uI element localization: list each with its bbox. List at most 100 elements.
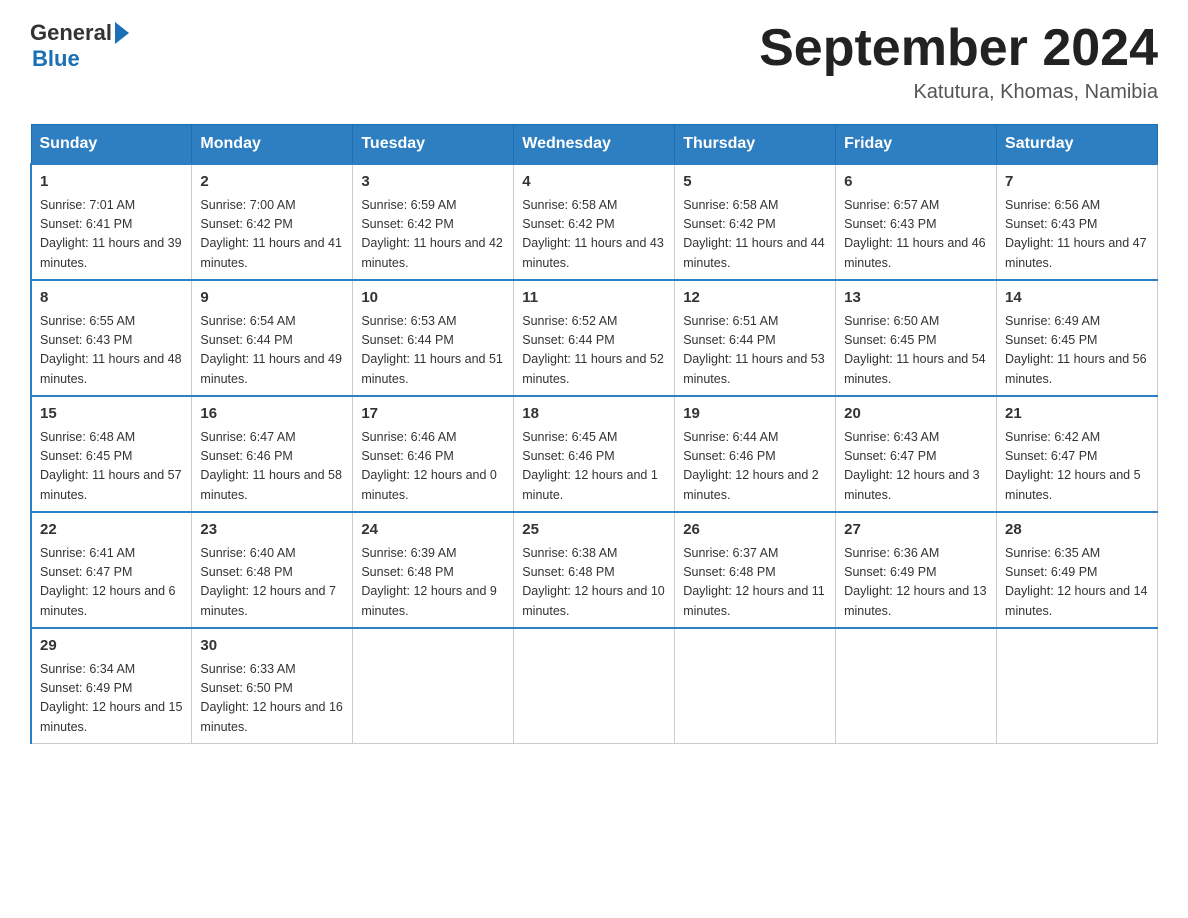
- day-info: Sunrise: 6:56 AMSunset: 6:43 PMDaylight:…: [1005, 196, 1149, 274]
- calendar-day-cell: 9Sunrise: 6:54 AMSunset: 6:44 PMDaylight…: [192, 280, 353, 396]
- month-title: September 2024: [759, 20, 1158, 77]
- calendar-day-cell: 19Sunrise: 6:44 AMSunset: 6:46 PMDayligh…: [675, 396, 836, 512]
- day-info: Sunrise: 6:42 AMSunset: 6:47 PMDaylight:…: [1005, 428, 1149, 506]
- day-number: 12: [683, 287, 827, 310]
- day-info: Sunrise: 6:39 AMSunset: 6:48 PMDaylight:…: [361, 544, 505, 622]
- day-info: Sunrise: 6:44 AMSunset: 6:46 PMDaylight:…: [683, 428, 827, 506]
- day-number: 16: [200, 403, 344, 426]
- calendar-day-cell: 26Sunrise: 6:37 AMSunset: 6:48 PMDayligh…: [675, 512, 836, 628]
- day-info: Sunrise: 6:46 AMSunset: 6:46 PMDaylight:…: [361, 428, 505, 506]
- calendar-week-row: 15Sunrise: 6:48 AMSunset: 6:45 PMDayligh…: [31, 396, 1158, 512]
- day-number: 3: [361, 171, 505, 194]
- calendar-day-cell: 16Sunrise: 6:47 AMSunset: 6:46 PMDayligh…: [192, 396, 353, 512]
- day-info: Sunrise: 6:51 AMSunset: 6:44 PMDaylight:…: [683, 312, 827, 390]
- day-of-week-header: Sunday: [31, 125, 192, 165]
- day-info: Sunrise: 6:53 AMSunset: 6:44 PMDaylight:…: [361, 312, 505, 390]
- calendar-day-cell: 7Sunrise: 6:56 AMSunset: 6:43 PMDaylight…: [997, 164, 1158, 280]
- calendar-day-cell: [836, 628, 997, 744]
- calendar-day-cell: 10Sunrise: 6:53 AMSunset: 6:44 PMDayligh…: [353, 280, 514, 396]
- day-info: Sunrise: 6:47 AMSunset: 6:46 PMDaylight:…: [200, 428, 344, 506]
- day-of-week-header: Saturday: [997, 125, 1158, 165]
- day-number: 14: [1005, 287, 1149, 310]
- day-info: Sunrise: 6:54 AMSunset: 6:44 PMDaylight:…: [200, 312, 344, 390]
- calendar-day-cell: 14Sunrise: 6:49 AMSunset: 6:45 PMDayligh…: [997, 280, 1158, 396]
- day-number: 29: [40, 635, 183, 658]
- calendar-day-cell: 8Sunrise: 6:55 AMSunset: 6:43 PMDaylight…: [31, 280, 192, 396]
- calendar-day-cell: 5Sunrise: 6:58 AMSunset: 6:42 PMDaylight…: [675, 164, 836, 280]
- calendar-day-cell: 4Sunrise: 6:58 AMSunset: 6:42 PMDaylight…: [514, 164, 675, 280]
- calendar-day-cell: 20Sunrise: 6:43 AMSunset: 6:47 PMDayligh…: [836, 396, 997, 512]
- calendar-day-cell: 28Sunrise: 6:35 AMSunset: 6:49 PMDayligh…: [997, 512, 1158, 628]
- day-info: Sunrise: 6:37 AMSunset: 6:48 PMDaylight:…: [683, 544, 827, 622]
- day-number: 22: [40, 519, 183, 542]
- day-number: 2: [200, 171, 344, 194]
- day-info: Sunrise: 6:43 AMSunset: 6:47 PMDaylight:…: [844, 428, 988, 506]
- day-info: Sunrise: 6:57 AMSunset: 6:43 PMDaylight:…: [844, 196, 988, 274]
- calendar-day-cell: 11Sunrise: 6:52 AMSunset: 6:44 PMDayligh…: [514, 280, 675, 396]
- day-number: 18: [522, 403, 666, 426]
- calendar-day-cell: [353, 628, 514, 744]
- day-info: Sunrise: 6:50 AMSunset: 6:45 PMDaylight:…: [844, 312, 988, 390]
- location-text: Katutura, Khomas, Namibia: [759, 81, 1158, 104]
- calendar-day-cell: 1Sunrise: 7:01 AMSunset: 6:41 PMDaylight…: [31, 164, 192, 280]
- day-info: Sunrise: 6:52 AMSunset: 6:44 PMDaylight:…: [522, 312, 666, 390]
- calendar-header-row: SundayMondayTuesdayWednesdayThursdayFrid…: [31, 125, 1158, 165]
- day-info: Sunrise: 6:38 AMSunset: 6:48 PMDaylight:…: [522, 544, 666, 622]
- day-number: 4: [522, 171, 666, 194]
- day-of-week-header: Friday: [836, 125, 997, 165]
- day-of-week-header: Wednesday: [514, 125, 675, 165]
- calendar-day-cell: 24Sunrise: 6:39 AMSunset: 6:48 PMDayligh…: [353, 512, 514, 628]
- calendar-day-cell: [997, 628, 1158, 744]
- day-info: Sunrise: 6:40 AMSunset: 6:48 PMDaylight:…: [200, 544, 344, 622]
- day-info: Sunrise: 6:58 AMSunset: 6:42 PMDaylight:…: [522, 196, 666, 274]
- day-info: Sunrise: 6:34 AMSunset: 6:49 PMDaylight:…: [40, 660, 183, 738]
- calendar-day-cell: 23Sunrise: 6:40 AMSunset: 6:48 PMDayligh…: [192, 512, 353, 628]
- calendar-day-cell: 2Sunrise: 7:00 AMSunset: 6:42 PMDaylight…: [192, 164, 353, 280]
- day-number: 13: [844, 287, 988, 310]
- day-number: 8: [40, 287, 183, 310]
- day-info: Sunrise: 7:00 AMSunset: 6:42 PMDaylight:…: [200, 196, 344, 274]
- day-info: Sunrise: 6:55 AMSunset: 6:43 PMDaylight:…: [40, 312, 183, 390]
- calendar-day-cell: [675, 628, 836, 744]
- day-number: 25: [522, 519, 666, 542]
- day-number: 9: [200, 287, 344, 310]
- calendar-day-cell: 22Sunrise: 6:41 AMSunset: 6:47 PMDayligh…: [31, 512, 192, 628]
- day-number: 17: [361, 403, 505, 426]
- calendar-day-cell: 12Sunrise: 6:51 AMSunset: 6:44 PMDayligh…: [675, 280, 836, 396]
- calendar-day-cell: 13Sunrise: 6:50 AMSunset: 6:45 PMDayligh…: [836, 280, 997, 396]
- day-info: Sunrise: 6:48 AMSunset: 6:45 PMDaylight:…: [40, 428, 183, 506]
- day-number: 20: [844, 403, 988, 426]
- day-number: 10: [361, 287, 505, 310]
- calendar-day-cell: 6Sunrise: 6:57 AMSunset: 6:43 PMDaylight…: [836, 164, 997, 280]
- calendar-week-row: 1Sunrise: 7:01 AMSunset: 6:41 PMDaylight…: [31, 164, 1158, 280]
- day-info: Sunrise: 7:01 AMSunset: 6:41 PMDaylight:…: [40, 196, 183, 274]
- calendar-day-cell: 25Sunrise: 6:38 AMSunset: 6:48 PMDayligh…: [514, 512, 675, 628]
- logo-general-text: General: [30, 20, 112, 46]
- day-number: 5: [683, 171, 827, 194]
- day-number: 21: [1005, 403, 1149, 426]
- day-info: Sunrise: 6:45 AMSunset: 6:46 PMDaylight:…: [522, 428, 666, 506]
- day-number: 28: [1005, 519, 1149, 542]
- day-number: 19: [683, 403, 827, 426]
- day-info: Sunrise: 6:33 AMSunset: 6:50 PMDaylight:…: [200, 660, 344, 738]
- day-number: 1: [40, 171, 183, 194]
- calendar-day-cell: 29Sunrise: 6:34 AMSunset: 6:49 PMDayligh…: [31, 628, 192, 744]
- day-number: 7: [1005, 171, 1149, 194]
- calendar-day-cell: [514, 628, 675, 744]
- day-info: Sunrise: 6:36 AMSunset: 6:49 PMDaylight:…: [844, 544, 988, 622]
- calendar-day-cell: 18Sunrise: 6:45 AMSunset: 6:46 PMDayligh…: [514, 396, 675, 512]
- day-number: 30: [200, 635, 344, 658]
- day-number: 24: [361, 519, 505, 542]
- calendar-day-cell: 21Sunrise: 6:42 AMSunset: 6:47 PMDayligh…: [997, 396, 1158, 512]
- day-number: 27: [844, 519, 988, 542]
- day-number: 6: [844, 171, 988, 194]
- calendar-week-row: 29Sunrise: 6:34 AMSunset: 6:49 PMDayligh…: [31, 628, 1158, 744]
- day-of-week-header: Thursday: [675, 125, 836, 165]
- day-number: 11: [522, 287, 666, 310]
- calendar-day-cell: 3Sunrise: 6:59 AMSunset: 6:42 PMDaylight…: [353, 164, 514, 280]
- day-info: Sunrise: 6:58 AMSunset: 6:42 PMDaylight:…: [683, 196, 827, 274]
- logo-blue-text: Blue: [32, 46, 80, 72]
- calendar-day-cell: 15Sunrise: 6:48 AMSunset: 6:45 PMDayligh…: [31, 396, 192, 512]
- calendar-day-cell: 30Sunrise: 6:33 AMSunset: 6:50 PMDayligh…: [192, 628, 353, 744]
- calendar-day-cell: 17Sunrise: 6:46 AMSunset: 6:46 PMDayligh…: [353, 396, 514, 512]
